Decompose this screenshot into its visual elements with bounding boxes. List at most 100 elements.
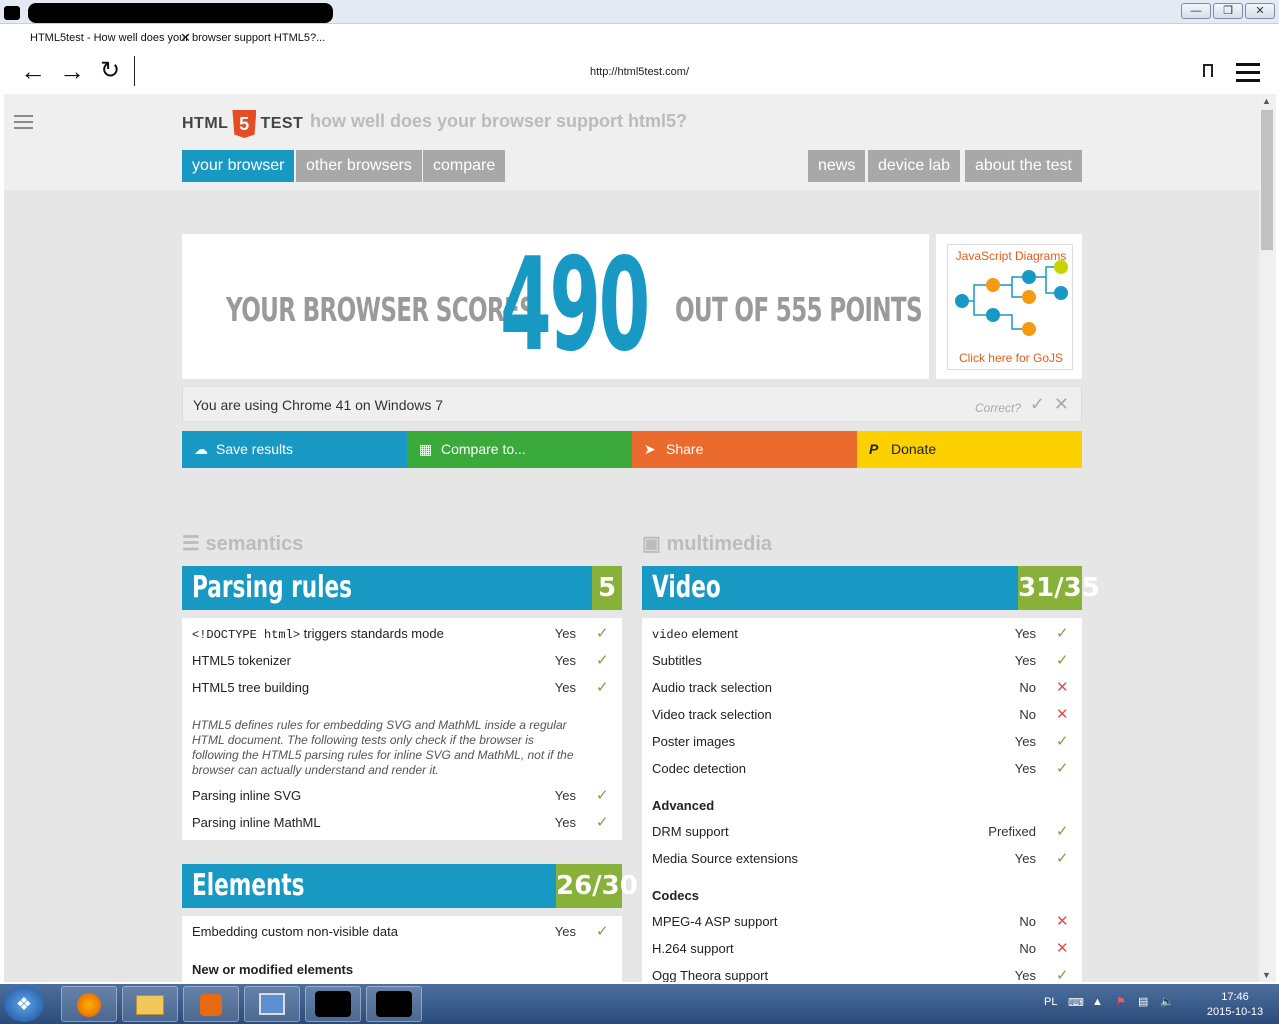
cross-icon: ✕: [1056, 706, 1069, 723]
redacted-app-icon: [4, 6, 20, 20]
menu-icon[interactable]: [1236, 63, 1260, 87]
scrollbar[interactable]: ▲ ▼: [1259, 94, 1276, 982]
redacted-app-icon[interactable]: [305, 986, 361, 1022]
test-row: H.264 support No ✕: [652, 939, 1072, 959]
keyboard-icon[interactable]: ⌨: [1068, 996, 1084, 1009]
test-row: video element Yes ✓: [652, 624, 1072, 644]
test-row: Video track selection No ✕: [652, 705, 1072, 725]
test-row: MPEG-4 ASP support No ✕: [652, 912, 1072, 932]
score-box: YOUR BROWSER SCORES 490 OUT OF 555 POINT…: [182, 234, 929, 379]
taskbar: ❖ PL ⌨ ▲ ⚑ ▤ 🔈 17:46 2015-10-13: [0, 984, 1279, 1024]
subheading: Codecs: [652, 888, 699, 903]
minimize-button[interactable]: —: [1181, 3, 1211, 19]
grid-icon: ▦: [419, 441, 433, 457]
test-row: Audio track selection No ✕: [652, 678, 1072, 698]
tab-compare[interactable]: compare: [423, 150, 506, 182]
ad-footer-link[interactable]: Click here for GoJS: [948, 351, 1074, 365]
check-icon: ✓: [596, 814, 609, 831]
hamburger-icon[interactable]: [14, 115, 33, 133]
check-icon: ✓: [596, 652, 609, 669]
network-app-icon[interactable]: [244, 986, 300, 1022]
tab-title[interactable]: HTML5test - How well does your browser s…: [30, 32, 325, 44]
test-row: DRM support Prefixed ✓: [652, 822, 1072, 842]
scroll-up-icon[interactable]: ▲: [1262, 96, 1271, 106]
video-body: video element Yes ✓ Subtitles Yes ✓ Audio tr…: [642, 618, 1082, 982]
paypal-icon: P: [869, 441, 879, 457]
reject-x-icon[interactable]: ✕: [1054, 394, 1069, 415]
site-logo[interactable]: HTML 5 TEST: [182, 110, 303, 138]
check-icon: ✓: [1056, 733, 1069, 750]
network-icon[interactable]: ▤: [1138, 995, 1148, 1008]
bookmark-icon[interactable]: [1203, 64, 1213, 77]
tab-other-browsers[interactable]: other browsers: [296, 150, 422, 182]
check-icon: ✓: [1056, 850, 1069, 867]
score-suffix: OUT OF 555 POINTS: [675, 290, 923, 329]
panel-title: Elements: [192, 868, 305, 903]
browser-detection-text: You are using Chrome 41 on Windows 7: [193, 397, 444, 413]
subheading: New or modified elements: [192, 962, 354, 977]
test-row: Codec detection Yes ✓: [652, 759, 1072, 779]
section-semantics: ☰ semantics: [182, 533, 304, 555]
parsing-rules-body: <!DOCTYPE html> triggers standards mode Y…: [182, 618, 622, 840]
tab-your-browser[interactable]: your browser: [182, 150, 295, 182]
check-icon: ✓: [1056, 652, 1069, 669]
save-results-button[interactable]: ☁ Save results: [182, 431, 407, 468]
start-button[interactable]: ❖: [4, 986, 44, 1022]
test-row: Media Source extensions Yes ✓: [652, 849, 1072, 869]
test-row: Ogg Theora support Yes ✓: [652, 966, 1072, 982]
restore-button[interactable]: ❐: [1213, 3, 1243, 19]
scroll-down-icon[interactable]: ▼: [1262, 970, 1271, 980]
check-icon: ✓: [1056, 823, 1069, 840]
panel-score: 26/30: [556, 864, 638, 908]
test-row: Parsing inline MathML Yes ✓: [192, 813, 612, 833]
firefox-icon[interactable]: [61, 986, 117, 1022]
correct-label: Correct?: [974, 401, 1021, 415]
share-icon: ➤: [644, 441, 656, 457]
address-bar[interactable]: http://html5test.com/: [0, 66, 1279, 78]
browser-detection-bar: You are using Chrome 41 on Windows 7 Cor…: [182, 386, 1082, 422]
tab-news[interactable]: news: [808, 150, 866, 182]
tab-device-lab[interactable]: device lab: [868, 150, 961, 182]
test-row: Embedding custom non-visible data Yes ✓: [192, 922, 612, 942]
cross-icon: ✕: [1056, 679, 1069, 696]
system-tray: PL ⌨ ▲ ⚑ ▤ 🔈 17:46 2015-10-13: [1030, 984, 1279, 1024]
page-content: HTML 5 TEST how well does your browser sup…: [4, 94, 1259, 982]
show-hidden-icon[interactable]: ▲: [1092, 996, 1103, 1008]
nav-bar: ← → ↻ http://html5test.com/: [0, 52, 1279, 92]
check-icon: ✓: [596, 787, 609, 804]
parsing-note: HTML5 defines rules for embedding SVG an…: [192, 718, 574, 777]
title-bar: — ❐ ✕: [0, 0, 1279, 24]
explorer-icon[interactable]: [122, 986, 178, 1022]
compare-to-button[interactable]: ▦ Compare to...: [407, 431, 632, 468]
elements-header: Elements 26/30: [182, 864, 638, 908]
scroll-thumb[interactable]: [1261, 110, 1273, 250]
check-icon: ✓: [1056, 625, 1069, 642]
film-icon: ▣: [642, 533, 667, 555]
tab-close-icon[interactable]: ✕: [180, 30, 191, 46]
cloud-upload-icon: ☁: [194, 441, 208, 457]
language-indicator[interactable]: PL: [1044, 996, 1057, 1008]
redacted-app-icon[interactable]: [366, 986, 422, 1022]
ad-content[interactable]: JavaScript Diagrams Click here for GoJS: [947, 244, 1073, 370]
share-button[interactable]: ➤ Share: [632, 431, 857, 468]
video-header: Video 31/35: [642, 566, 1100, 610]
browser-window: — ❐ ✕ HTML5test - How well does your bro…: [0, 0, 1279, 984]
close-window-button[interactable]: ✕: [1245, 3, 1275, 19]
site-header: HTML 5 TEST how well does your browser sup…: [4, 94, 1259, 190]
check-icon: ✓: [596, 923, 609, 940]
check-icon: ✓: [1056, 967, 1069, 982]
media-player-icon[interactable]: [183, 986, 239, 1022]
confirm-check-icon[interactable]: ✓: [1030, 394, 1045, 415]
ad-banner[interactable]: JavaScript Diagrams Click here for GoJS: [936, 234, 1082, 379]
cross-icon: ✕: [1056, 913, 1069, 930]
check-icon: ✓: [596, 679, 609, 696]
volume-icon[interactable]: 🔈: [1160, 995, 1174, 1008]
layers-icon: ☰: [182, 533, 206, 555]
test-row: Poster images Yes ✓: [652, 732, 1072, 752]
action-center-icon[interactable]: ⚑: [1116, 995, 1126, 1008]
clock[interactable]: 17:46 2015-10-13: [1205, 990, 1265, 1020]
score-prefix: YOUR BROWSER SCORES: [226, 290, 536, 329]
donate-button[interactable]: P Donate: [857, 431, 1082, 468]
tab-about[interactable]: about the test: [965, 150, 1082, 182]
subheading: Advanced: [652, 798, 715, 813]
